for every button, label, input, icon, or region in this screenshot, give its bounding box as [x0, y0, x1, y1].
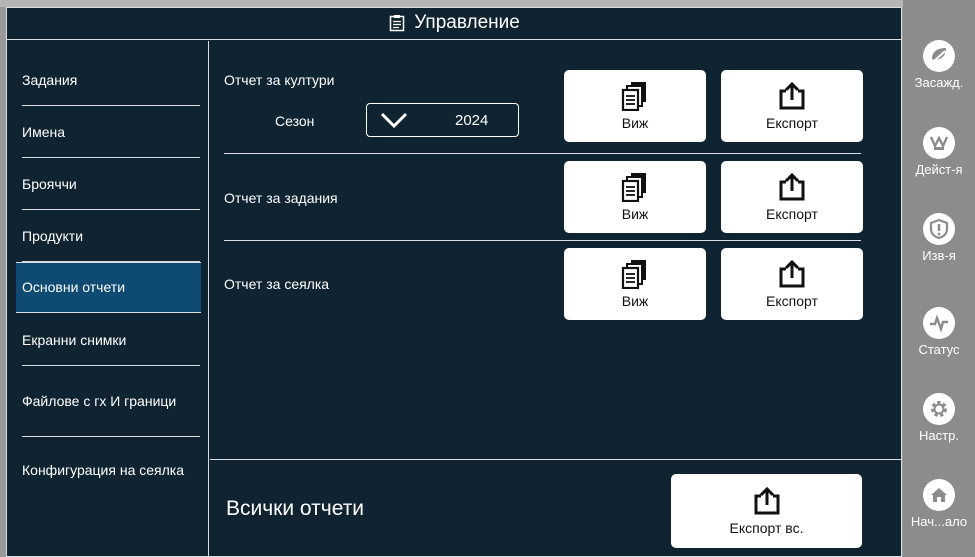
- tasks-export-button[interactable]: Експорт: [721, 161, 863, 233]
- export-icon: [779, 259, 805, 288]
- home-icon: [931, 488, 947, 502]
- title-bar: Управление: [6, 7, 902, 40]
- season-value: 2024: [455, 111, 489, 129]
- crops-view-button[interactable]: Виж: [564, 70, 706, 142]
- right-nav-bar: Засажд. Дейст-я Изв-я Статус Настр. Нач.…: [903, 0, 975, 557]
- season-label: Сезон: [275, 113, 315, 129]
- sidebar-item-seeder-config[interactable]: Конфигурация на сеялка: [22, 437, 200, 503]
- sidebar-item-counters[interactable]: Брояччи: [22, 159, 200, 210]
- export-label: Експорт: [766, 206, 818, 222]
- export-icon: [779, 81, 805, 110]
- nav-status[interactable]: Статус: [903, 307, 975, 357]
- pulse-icon: [930, 314, 948, 333]
- tasks-report-label: Отчет за задания: [224, 190, 338, 206]
- sidebar: Задания Имена Брояччи Продукти Основни о…: [7, 41, 209, 557]
- top-strip: [0, 0, 975, 7]
- documents-icon: [621, 260, 646, 289]
- season-dropdown[interactable]: 2024: [366, 103, 519, 137]
- all-reports-title: Всички отчети: [226, 497, 365, 520]
- nav-planting[interactable]: Засажд.: [903, 40, 975, 90]
- plant-icon: [930, 48, 946, 65]
- divider: [224, 240, 861, 241]
- alert-shield-icon: [929, 218, 949, 240]
- documents-icon: [621, 173, 646, 202]
- view-label: Виж: [621, 206, 649, 222]
- export-label: Експорт: [766, 293, 818, 309]
- activity-icon: [929, 135, 949, 150]
- nav-alerts[interactable]: Изв-я: [903, 213, 975, 263]
- seeder-export-button[interactable]: Експорт: [721, 248, 863, 320]
- documents-icon: [621, 82, 646, 111]
- nav-home[interactable]: Нач...ало: [903, 479, 975, 529]
- export-label: Експорт: [766, 115, 818, 131]
- clipboard-icon: [389, 15, 405, 32]
- nav-settings[interactable]: Настр.: [903, 393, 975, 443]
- sidebar-item-products[interactable]: Продукти: [22, 211, 200, 262]
- nav-activity[interactable]: Дейст-я: [903, 127, 975, 177]
- sidebar-item-screenshots[interactable]: Екранни снимки: [22, 315, 200, 366]
- view-label: Виж: [621, 293, 649, 309]
- export-all-button[interactable]: Експорт вс.: [671, 474, 862, 548]
- sidebar-item-names[interactable]: Имена: [22, 107, 200, 158]
- tasks-view-button[interactable]: Виж: [564, 161, 706, 233]
- view-label: Виж: [621, 115, 649, 131]
- divider: [224, 153, 861, 154]
- crops-export-button[interactable]: Експорт: [721, 70, 863, 142]
- sidebar-item-files-boundaries[interactable]: Файлове с гх И граници: [22, 367, 200, 437]
- chevron-down-icon: [380, 112, 408, 129]
- gear-icon: [931, 401, 947, 417]
- export-all-label: Експорт вс.: [729, 520, 804, 536]
- sidebar-item-tasks[interactable]: Задания: [22, 55, 200, 106]
- sidebar-item-basic-reports[interactable]: Основни отчети: [16, 262, 201, 313]
- crops-report-label: Отчет за култури: [224, 72, 335, 88]
- seeder-view-button[interactable]: Виж: [564, 248, 706, 320]
- seeder-report-label: Отчет за сеялка: [224, 276, 330, 292]
- window-title: Управление: [414, 12, 520, 33]
- export-icon: [754, 486, 779, 515]
- export-icon: [779, 172, 805, 201]
